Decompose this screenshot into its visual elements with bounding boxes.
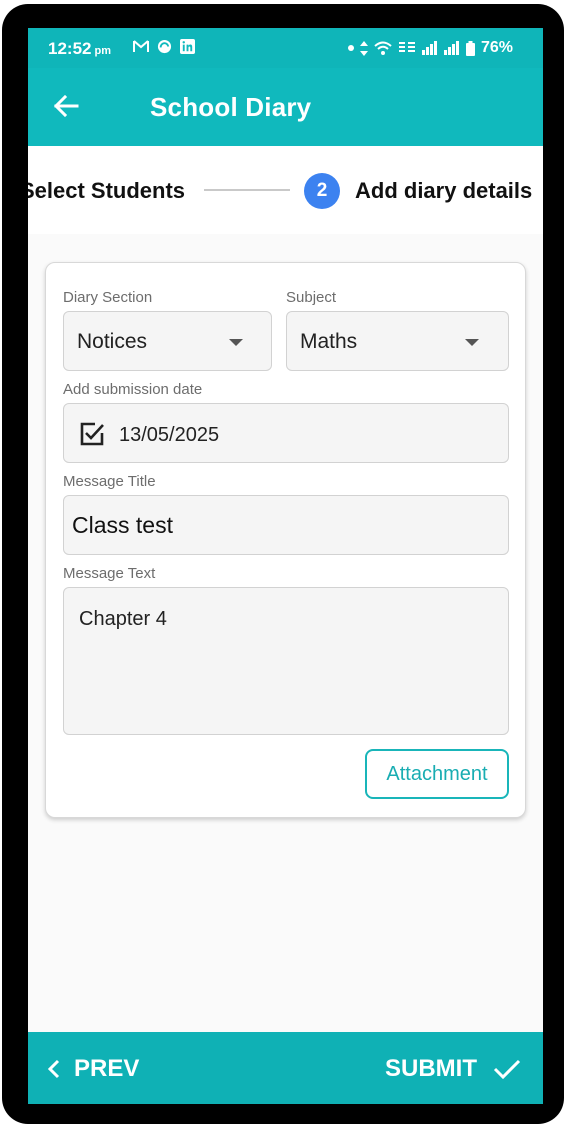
page-title: School Diary [150, 92, 312, 122]
app-screen: 12:52 pm 76% School Diary Select Student… [28, 28, 543, 1104]
submission-date-label: Add submission date [63, 381, 203, 398]
prev-button[interactable]: PREV [48, 1050, 139, 1088]
submission-date-value: 13/05/2025 [119, 424, 220, 446]
status-time-value: 12:52 [48, 39, 92, 58]
chevron-down-icon [229, 339, 243, 346]
step-number-badge: 2 [304, 173, 340, 209]
gmail-icon [133, 40, 149, 52]
signal-icon [421, 41, 437, 55]
battery-percentage: 76% [480, 39, 513, 56]
sync-icon [157, 39, 172, 54]
message-title-value: Class test [72, 512, 173, 538]
submit-label: SUBMIT [385, 1055, 477, 1082]
diary-form-card: Diary Section Notices Subject Maths Add … [45, 262, 526, 818]
checkbox-checked-icon[interactable] [78, 420, 106, 448]
bottom-nav-bar: PREV SUBMIT [28, 1032, 543, 1104]
linkedin-icon [180, 39, 195, 54]
message-text-value: Chapter 4 [79, 608, 167, 630]
status-system-icons: 76% [347, 39, 513, 57]
arrow-left-icon [53, 95, 79, 117]
signal-icon [443, 41, 459, 55]
diary-section-dropdown[interactable]: Notices [63, 311, 272, 371]
status-time: 12:52 pm [48, 39, 111, 59]
subject-value: Maths [300, 330, 358, 353]
volte-icon [398, 42, 415, 52]
message-title-label: Message Title [63, 473, 156, 490]
message-text-area[interactable]: Chapter 4 [63, 587, 509, 735]
step-add-diary-details: Add diary details [355, 178, 533, 203]
dot-icon [347, 45, 354, 51]
chevron-down-icon [465, 339, 479, 346]
attachment-button[interactable]: Attachment [365, 749, 509, 799]
submit-button[interactable]: SUBMIT [385, 1050, 521, 1088]
prev-label: PREV [74, 1055, 140, 1082]
status-bar: 12:52 pm 76% [28, 28, 543, 68]
subject-label: Subject [286, 289, 337, 306]
step-select-students[interactable]: Select Students [28, 178, 185, 204]
status-notification-icons [133, 39, 195, 54]
diary-section-value: Notices [77, 330, 148, 353]
message-title-input[interactable]: Class test [63, 495, 509, 555]
subject-dropdown[interactable]: Maths [286, 311, 509, 371]
app-bar: School Diary [28, 68, 543, 146]
data-arrows-icon [359, 40, 368, 56]
message-text-label: Message Text [63, 565, 156, 582]
check-icon [493, 1059, 521, 1080]
submission-date-field[interactable]: 13/05/2025 [63, 403, 509, 463]
phone-frame: 12:52 pm 76% School Diary Select Student… [2, 4, 564, 1124]
battery-icon [465, 40, 475, 56]
stepper: Select Students 2 Add diary details [28, 146, 543, 234]
status-time-suffix: pm [94, 45, 111, 57]
chevron-left-icon [48, 1059, 60, 1079]
wifi-icon [374, 41, 392, 55]
diary-section-label: Diary Section [63, 289, 153, 306]
step-connector [204, 189, 290, 191]
back-button[interactable] [46, 86, 86, 126]
